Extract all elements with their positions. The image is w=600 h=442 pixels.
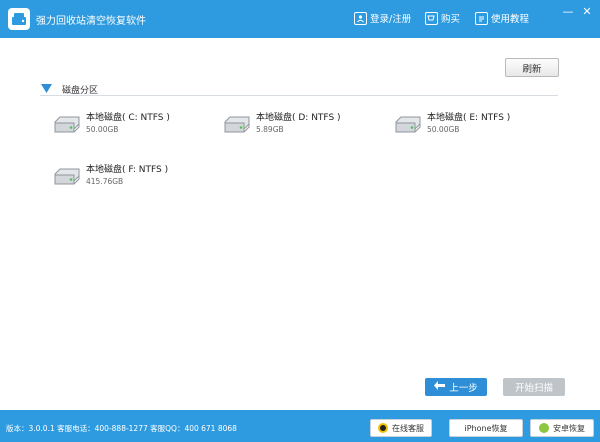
disk-size: 50.00GB [86,125,119,134]
section-divider [40,95,558,96]
close-icon: ✕ [582,4,592,18]
disk-item-d[interactable]: 本地磁盘( D: NTFS ) 5.89GB [222,110,372,146]
book-icon [475,11,488,25]
hard-drive-icon [222,114,252,136]
android-icon [539,423,549,433]
buy-label: 购买 [441,14,461,25]
minimize-icon: — [562,4,574,18]
qq-penguin-icon [378,423,388,433]
disk-name: 本地磁盘( C: NTFS ) [86,113,170,123]
disk-name: 本地磁盘( D: NTFS ) [256,113,341,123]
hard-drive-icon [393,114,423,136]
previous-step-label: 上一步 [449,383,478,394]
online-service-button[interactable]: 在线客服 [370,419,432,437]
android-recovery-button[interactable]: 安卓恢复 [530,419,594,437]
tutorial-label: 使用教程 [491,14,530,25]
hard-drive-icon [52,166,82,188]
disk-size: 415.76GB [86,177,124,186]
version-contact-info: 版本：3.0.0.1 客服电话：400-888-1277 客服QQ：400 67… [6,424,237,433]
app-title: 强力回收站清空恢复软件 [36,16,146,27]
login-icon [354,11,367,25]
login-register-label: 登录/注册 [370,14,412,25]
disk-size: 50.00GB [427,125,460,134]
cart-icon [425,11,438,25]
hard-drive-icon [52,114,82,136]
status-bar: 版本：3.0.0.1 客服电话：400-888-1277 客服QQ：400 67… [0,410,600,442]
start-scan-button[interactable]: 开始扫描 [503,378,565,396]
disk-name: 本地磁盘( E: NTFS ) [427,113,511,123]
collapse-triangle-icon[interactable] [41,84,52,93]
buy-link[interactable]: 购买 [425,11,460,25]
android-recovery-label: 安卓恢复 [553,423,585,433]
previous-step-button[interactable]: 上一步 [425,378,487,396]
tutorial-link[interactable]: 使用教程 [475,11,529,25]
disk-size: 5.89GB [256,125,284,134]
iphone-recovery-label: iPhone恢复 [464,423,508,433]
refresh-button[interactable]: 刷新 [505,58,559,77]
disk-item-c[interactable]: 本地磁盘( C: NTFS ) 50.00GB [52,110,202,146]
online-service-label: 在线客服 [392,423,424,433]
app-logo-icon [8,8,30,30]
disk-item-f[interactable]: 本地磁盘( F: NTFS ) 415.76GB [52,162,202,198]
close-button[interactable]: ✕ [579,4,595,18]
iphone-recovery-button[interactable]: iPhone恢复 [449,419,523,437]
disk-item-e[interactable]: 本地磁盘( E: NTFS ) 50.00GB [393,110,543,146]
title-bar: 强力回收站清空恢复软件 登录/注册 购买 使用教程 — ✕ [0,0,600,38]
login-register-link[interactable]: 登录/注册 [354,11,411,25]
minimize-button[interactable]: — [560,4,576,18]
back-arrow-icon [434,381,446,393]
disk-name: 本地磁盘( F: NTFS ) [86,165,169,175]
